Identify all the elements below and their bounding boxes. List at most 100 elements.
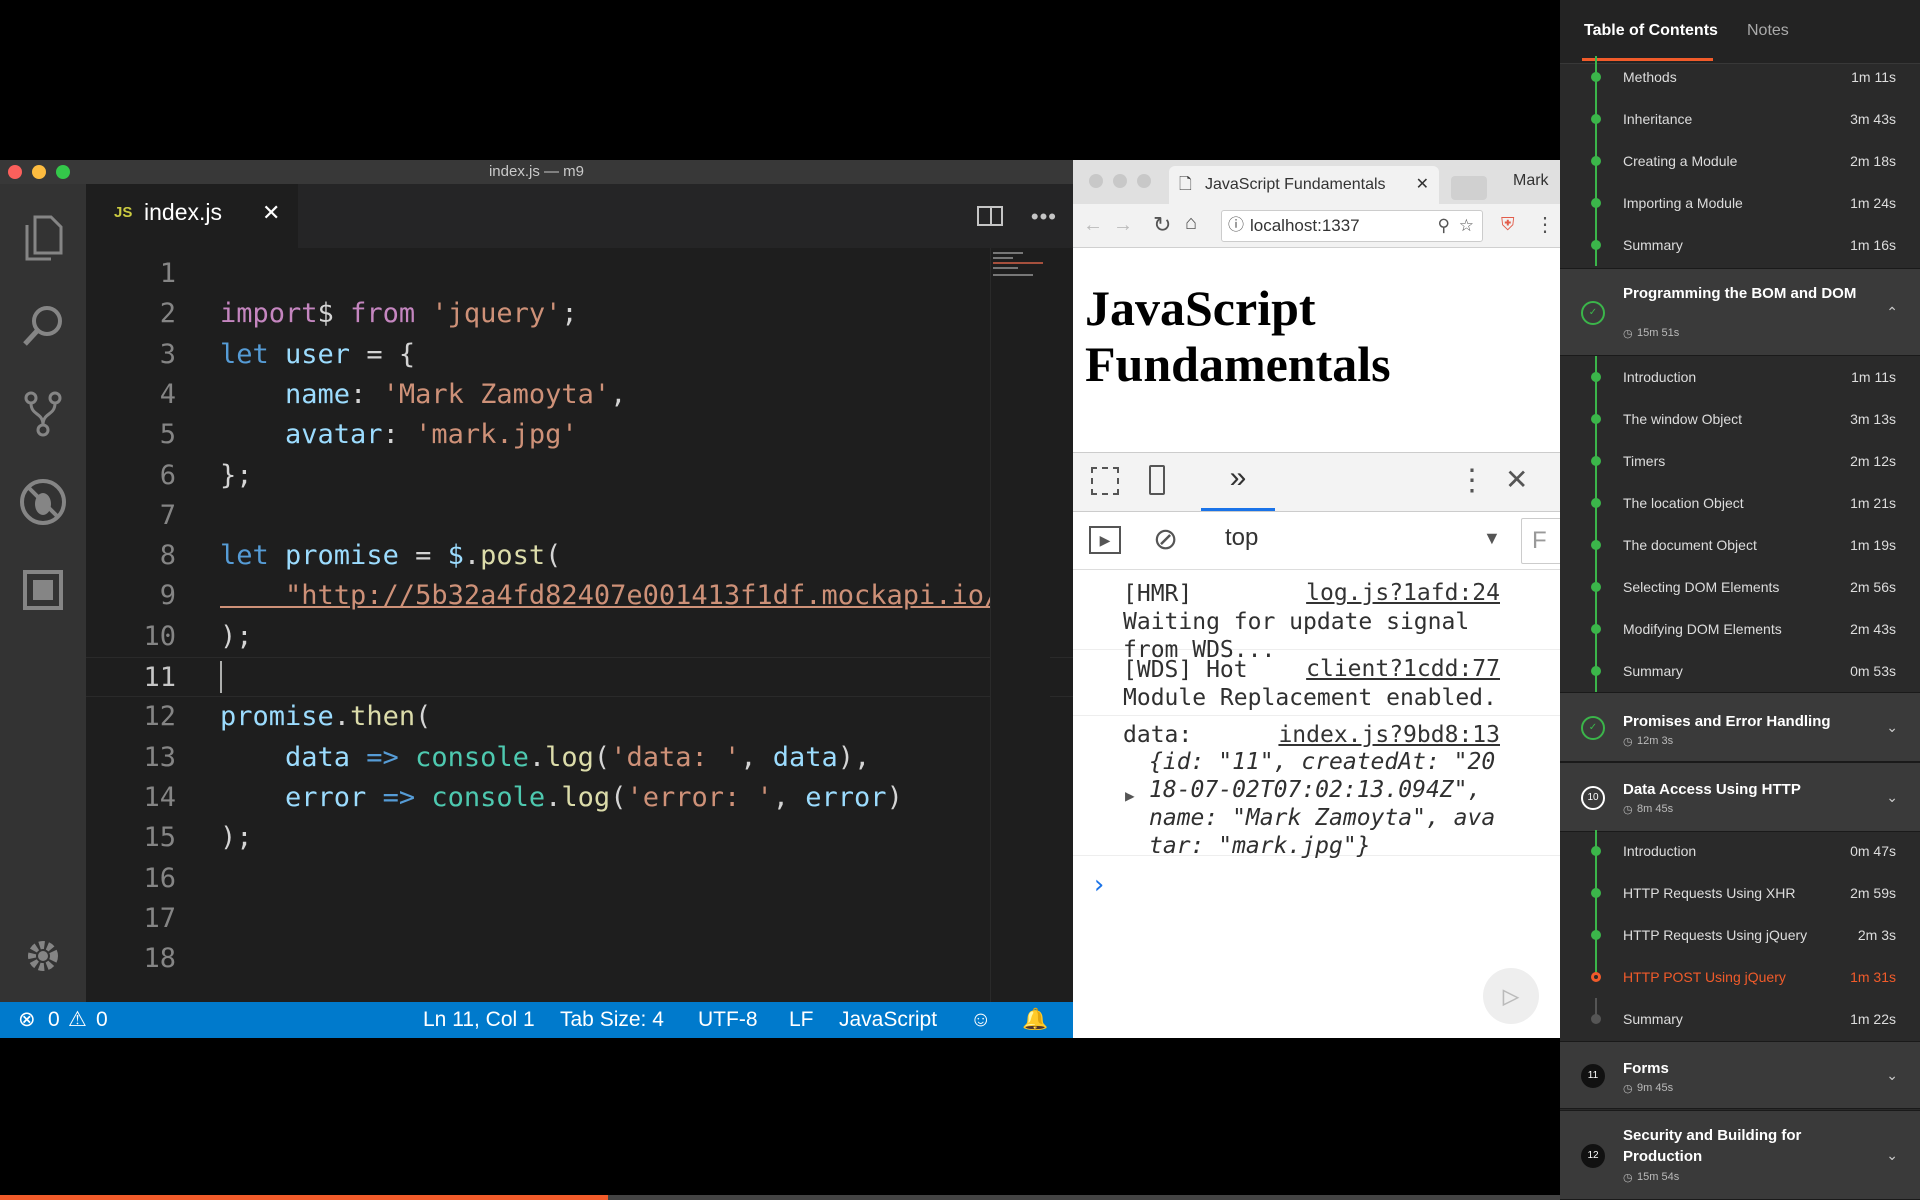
clip-item[interactable]: HTTP Requests Using XHR 2m 59s [1560, 872, 1920, 914]
clip-item[interactable]: Inheritance 3m 43s [1560, 98, 1920, 140]
clip-item[interactable]: Modifying DOM Elements 2m 43s [1560, 608, 1920, 650]
pluralsight-play-icon[interactable]: ▷ [1483, 968, 1539, 1024]
context-dropdown-icon[interactable]: ▼ [1483, 528, 1501, 549]
code-line[interactable]: 3 let user = { [86, 335, 1073, 375]
code-line[interactable]: 16 [86, 859, 1073, 899]
profile-name[interactable]: Mark [1513, 172, 1549, 190]
maximize-window-button[interactable] [56, 165, 70, 179]
browser-minimize-button[interactable] [1113, 174, 1127, 188]
settings-gear-icon[interactable] [17, 930, 69, 982]
clip-item[interactable]: Summary 1m 16s [1560, 224, 1920, 266]
code-line[interactable]: 6}; [86, 456, 1073, 496]
notifications-bell-icon[interactable]: 🔔 [1022, 1002, 1048, 1038]
code-line[interactable]: 11 [86, 657, 1073, 697]
error-count[interactable]: 0 [48, 1002, 60, 1038]
code-line[interactable]: 4 name: 'Mark Zamoyta', [86, 375, 1073, 415]
close-window-button[interactable] [8, 165, 22, 179]
line-ending[interactable]: LF [789, 1002, 814, 1038]
clip-item[interactable]: HTTP Requests Using jQuery 2m 3s [1560, 914, 1920, 956]
clip-item[interactable]: Creating a Module 2m 18s [1560, 140, 1920, 182]
code-line[interactable]: 7 [86, 496, 1073, 536]
logged-object[interactable]: {id: "11", createdAt: "20 18-07-02T07:02… [1149, 748, 1495, 860]
info-icon[interactable]: ⓘ [1228, 211, 1244, 241]
close-tab-icon[interactable]: ✕ [262, 200, 280, 226]
video-progress-bar[interactable] [0, 1195, 1560, 1200]
inspect-element-icon[interactable] [1091, 467, 1119, 495]
code-line[interactable]: 13 data => console.log('data: ', data), [86, 738, 1073, 778]
browser-maximize-button[interactable] [1137, 174, 1151, 188]
clip-item[interactable]: Introduction 1m 11s [1560, 356, 1920, 398]
module-header[interactable]: ✓ Programming the BOM and DOM 15m 51s ◷ ⌃ [1560, 268, 1920, 356]
chevron-down-icon[interactable]: ⌄ [1886, 719, 1898, 736]
back-icon[interactable]: ← [1083, 214, 1103, 237]
module-header[interactable]: ✓ Promises and Error Handling 12m 3s ◷ ⌄ [1560, 692, 1920, 762]
new-tab-button[interactable] [1451, 176, 1487, 200]
more-panels-icon[interactable]: » [1201, 461, 1275, 511]
code-line[interactable]: 8 let promise = $.post( [86, 536, 1073, 576]
debug-icon[interactable] [17, 476, 69, 528]
minimize-window-button[interactable] [32, 165, 46, 179]
expand-object-icon[interactable]: ▶ [1125, 786, 1135, 805]
close-browser-tab-icon[interactable]: ✕ [1416, 166, 1429, 204]
message-source-link[interactable]: client?1cdd:77 [1306, 656, 1500, 682]
context-selector[interactable]: top [1225, 524, 1258, 552]
clear-console-icon[interactable]: ⊘ [1153, 522, 1178, 557]
forward-icon[interactable]: → [1113, 214, 1133, 237]
code-line[interactable]: 18 [86, 939, 1073, 979]
chevron-down-icon[interactable]: ⌄ [1886, 1067, 1898, 1084]
close-devtools-icon[interactable]: ✕ [1505, 463, 1528, 496]
message-source-link[interactable]: index.js?9bd8:13 [1278, 722, 1500, 748]
clip-item[interactable]: Selecting DOM Elements 2m 56s [1560, 566, 1920, 608]
clip-item[interactable]: Summary 1m 22s [1560, 998, 1920, 1040]
browser-menu-icon[interactable]: ⋮ [1535, 212, 1555, 237]
clip-item[interactable]: HTTP POST Using jQuery 1m 31s [1560, 956, 1920, 998]
browser-close-button[interactable] [1089, 174, 1103, 188]
clip-item[interactable]: The location Object 1m 21s [1560, 482, 1920, 524]
clip-item[interactable]: Introduction 0m 47s [1560, 830, 1920, 872]
code-line[interactable]: 10); [86, 617, 1073, 657]
clip-item[interactable]: Summary 0m 53s [1560, 650, 1920, 692]
minimap[interactable] [990, 248, 1050, 1002]
clip-item[interactable]: Importing a Module 1m 24s [1560, 182, 1920, 224]
code-line[interactable]: 17 [86, 899, 1073, 939]
chevron-down-icon[interactable]: ⌄ [1886, 789, 1898, 806]
clip-item[interactable]: The document Object 1m 19s [1560, 524, 1920, 566]
language-mode[interactable]: JavaScript [839, 1002, 937, 1038]
tab-notes[interactable]: Notes [1747, 22, 1789, 40]
module-header[interactable]: 11 Forms 9m 45s ◷ ⌄ [1560, 1041, 1920, 1109]
feedback-smiley-icon[interactable]: ☺ [970, 1002, 991, 1038]
devtools-menu-icon[interactable]: ⋮ [1457, 463, 1487, 498]
tab-table-of-contents[interactable]: Table of Contents [1584, 22, 1718, 40]
chevron-up-icon[interactable]: ⌃ [1886, 304, 1898, 321]
browser-tab[interactable]: 🗋 JavaScript Fundamentals ✕ [1169, 166, 1439, 204]
code-line[interactable]: 2 import$ from 'jquery'; [86, 294, 1073, 334]
search-icon[interactable] [17, 300, 69, 352]
encoding[interactable]: UTF-8 [698, 1002, 758, 1038]
console-filter-input[interactable]: F [1521, 518, 1560, 564]
tab-index-js[interactable]: JS index.js ✕ [86, 184, 298, 248]
reload-icon[interactable]: ↻ [1153, 212, 1171, 238]
extension-shield-icon[interactable]: ⛨ [1501, 214, 1515, 235]
more-actions-icon[interactable]: ••• [1031, 204, 1057, 230]
bookmark-star-icon[interactable]: ☆ [1459, 211, 1474, 241]
code-line[interactable]: 5 avatar: 'mark.jpg' [86, 415, 1073, 455]
module-header[interactable]: 10 Data Access Using HTTP 8m 45s ◷ ⌄ [1560, 762, 1920, 832]
zoom-icon[interactable]: ⚲ [1438, 211, 1450, 241]
code-line[interactable]: 14 error => console.log('error: ', error… [86, 778, 1073, 818]
clip-item[interactable]: Methods 1m 11s [1560, 56, 1920, 98]
chevron-down-icon[interactable]: ⌄ [1886, 1147, 1898, 1164]
code-line[interactable]: 12 promise.then( [86, 697, 1073, 737]
warning-icon[interactable]: ⚠ [68, 1002, 87, 1038]
error-icon[interactable]: ⊗ [18, 1002, 36, 1038]
code-line[interactable]: 15); [86, 818, 1073, 858]
split-editor-icon[interactable] [977, 206, 1003, 226]
source-control-icon[interactable] [17, 388, 69, 440]
module-header[interactable]: 12 Security and Building for Production 15… [1560, 1110, 1920, 1200]
warning-count[interactable]: 0 [96, 1002, 108, 1038]
code-line[interactable]: 1 [86, 254, 1073, 294]
console-output[interactable]: [HMR] Waiting for update signal from WDS… [1073, 570, 1560, 1038]
code-line[interactable]: 9 "http://5b32a4fd82407e001413f1df.mocka… [86, 576, 1073, 616]
extensions-icon[interactable] [17, 564, 69, 616]
clip-item[interactable]: The window Object 3m 13s [1560, 398, 1920, 440]
address-bar[interactable]: ⓘ localhost:1337 ⚲ ☆ [1221, 210, 1483, 242]
